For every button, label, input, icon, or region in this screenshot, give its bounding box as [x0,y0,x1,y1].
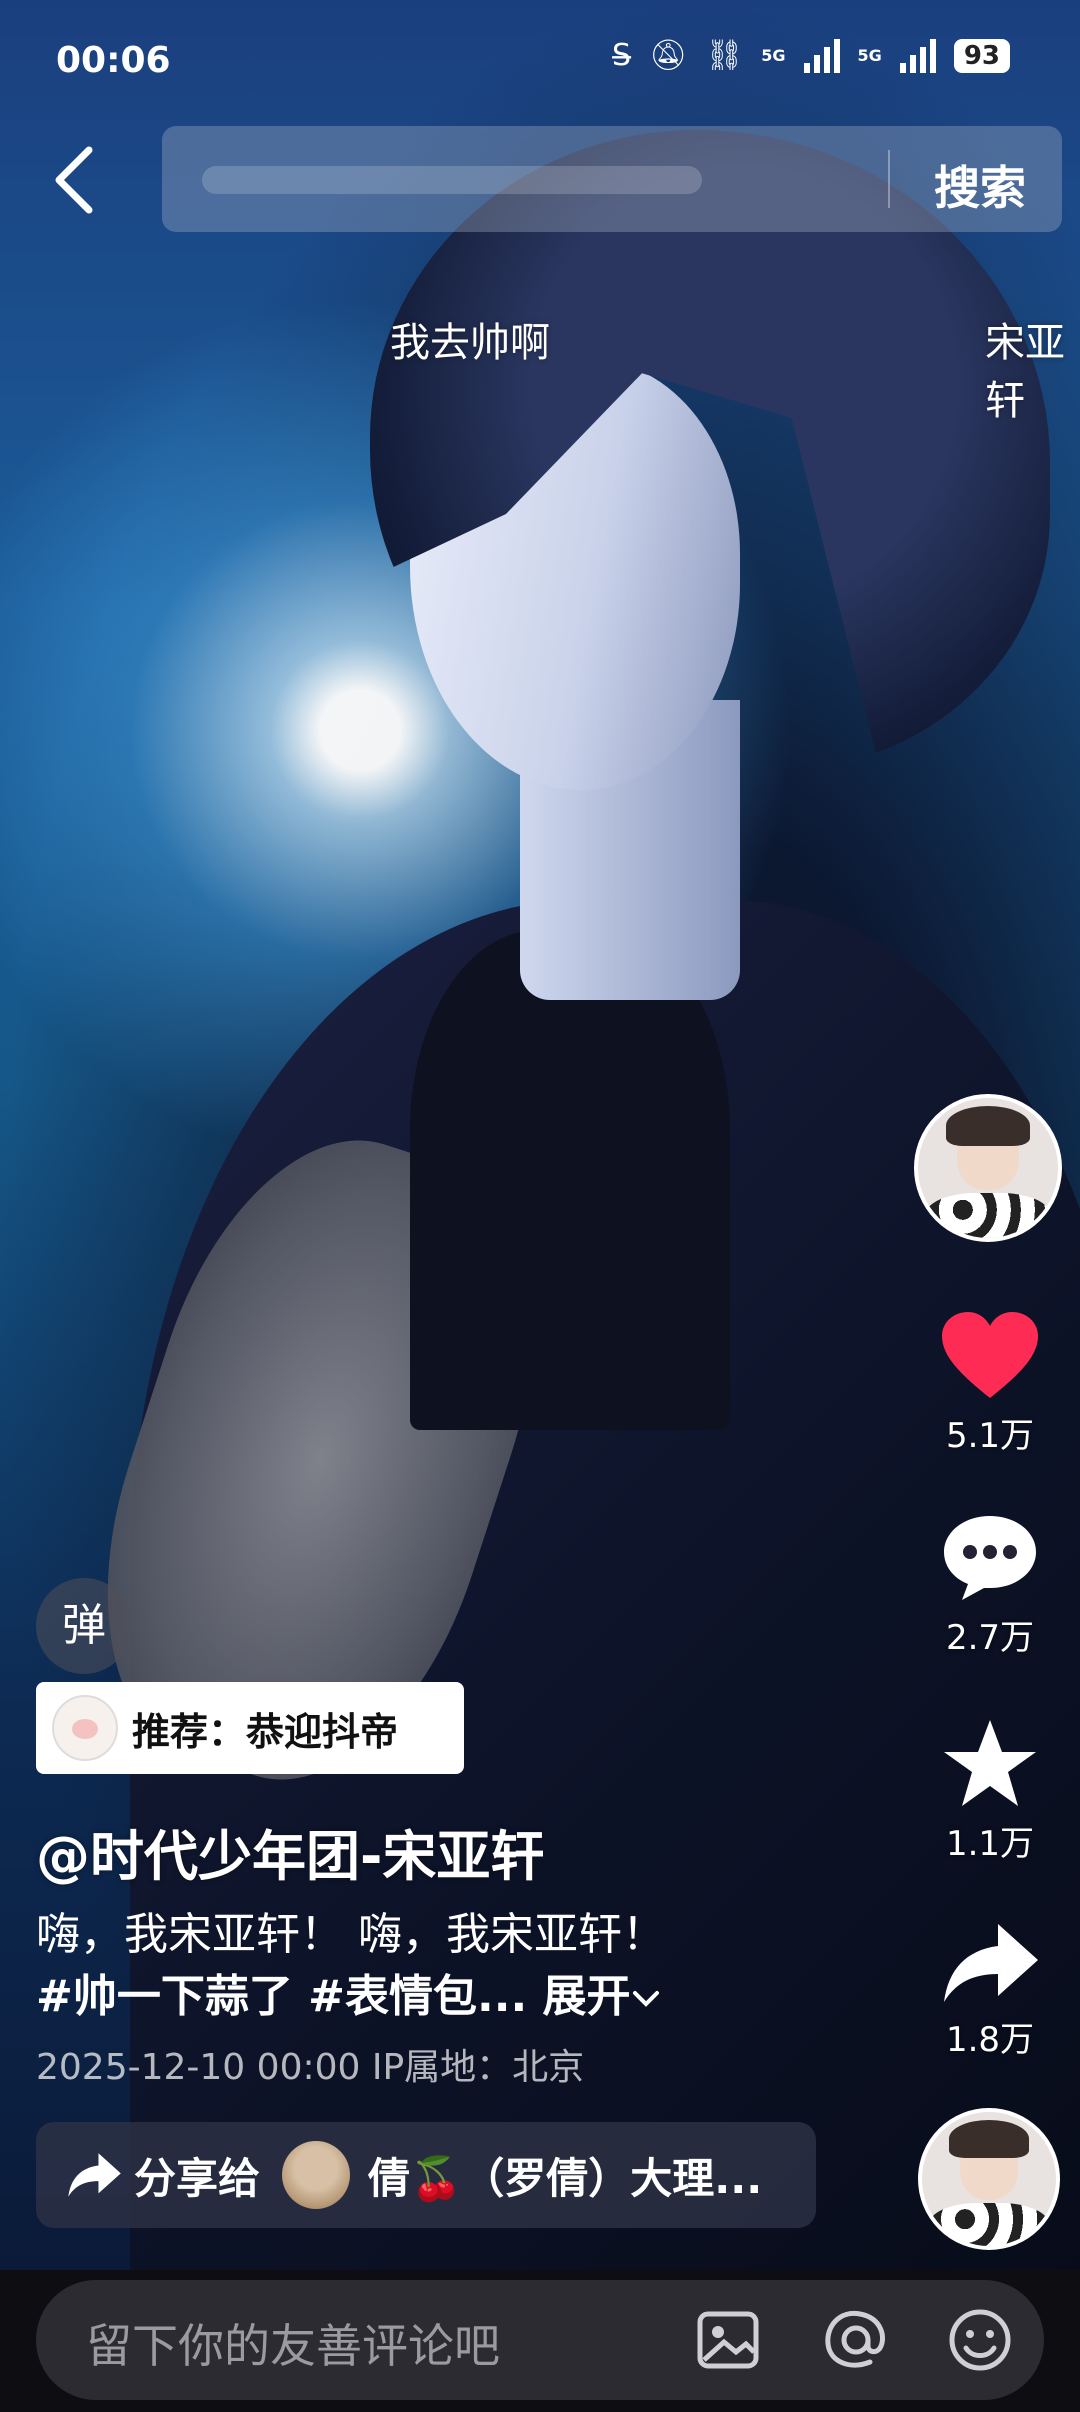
status-icons: S̶ 🔕︎ ⛓︎ 5G 5G 93 [612,38,1010,73]
network-label-1: 5G [761,46,786,65]
author-avatar[interactable] [914,1094,1062,1242]
hot-word-2[interactable]: 宋亚轩 [985,310,1080,426]
link-icon: ⛓︎ [705,38,744,73]
at-mention-icon[interactable] [820,2304,892,2376]
expand-label: 展开 [542,1971,631,2022]
favorite-button[interactable]: 1.1万 [910,1718,1070,1865]
hot-word-1[interactable]: 我去帅啊 [390,310,550,368]
recommend-text: 推荐：恭迎抖帝 [132,1709,399,1754]
recommend-chip[interactable]: 推荐：恭迎抖帝 [36,1682,464,1774]
search-divider [888,150,890,208]
bell-muted-icon: 🔕︎ [649,38,688,73]
favorite-count: 1.1万 [945,1824,1035,1864]
post-hashtags-line: #帅一下蒜了 #表情包... 展开 [36,1960,661,2024]
friend-name: 倩🍒（罗倩）大理... [368,2153,763,2203]
heart-icon [942,1312,1038,1398]
signal-icon [899,38,936,73]
data-saver-icon: S̶ [612,38,632,73]
star-icon [944,1720,1036,1806]
avatar-hair [948,2120,1030,2158]
share-to-label: 分享给 [134,2153,261,2203]
avatar-shirt [925,1193,1051,1238]
video-figure-shirt [410,930,730,1430]
share-count: 1.8万 [945,2020,1035,2060]
expand-button[interactable]: 展开 [543,1971,661,2022]
avatar-shirt [928,2203,1050,2246]
danmu-toggle-button[interactable]: 弹 [36,1578,132,1674]
chevron-down-icon [632,1991,659,2007]
author-name[interactable]: @时代少年团-宋亚轩 [36,1812,544,1891]
share-arrow-icon [68,2153,121,2197]
friend-avatar [282,2141,351,2209]
back-button[interactable] [40,140,110,220]
video-screen[interactable]: 00:06 S̶ 🔕︎ ⛓︎ 5G 5G 93 搜索 我去帅啊 宋亚轩 5.1万 [0,0,1080,2412]
chevron-left-icon [55,146,93,214]
like-button[interactable]: 5.1万 [910,1310,1070,1457]
comment-input[interactable]: 留下你的友善评论吧 [36,2280,1044,2400]
avatar-hair [946,1106,1030,1146]
comment-button[interactable]: 2.7万 [910,1512,1070,1659]
post-description: 嗨，我宋亚轩！ 嗨，我宋亚轩！ [36,1909,666,1960]
share-button[interactable]: 1.8万 [910,1920,1070,2061]
post-hashtags[interactable]: #帅一下蒜了 #表情包... [36,1971,527,2022]
signal-icon [803,38,840,73]
search-button[interactable]: 搜索 [934,152,1026,218]
comment-bubble-icon [944,1516,1036,1600]
search-input[interactable]: 搜索 [162,126,1062,232]
status-bar: 00:06 S̶ 🔕︎ ⛓︎ 5G 5G 93 [0,0,1080,120]
comment-count: 2.7万 [945,1618,1035,1658]
battery-level: 93 [953,38,1010,73]
search-query-blurred [202,166,702,194]
post-meta: 2025-12-10 00:00 IP属地：北京 [36,2047,585,2088]
music-avatar[interactable] [918,2108,1060,2250]
share-arrow-icon [944,1924,1038,2002]
status-time: 00:06 [56,40,171,81]
network-label-2: 5G [857,46,882,65]
like-count: 5.1万 [945,1416,1035,1456]
emoji-icon[interactable] [944,2304,1016,2376]
comment-placeholder: 留下你的友善评论吧 [86,2319,500,2373]
image-icon[interactable] [692,2304,764,2376]
sheep-icon [52,1695,118,1761]
share-to-friend-bar[interactable]: 分享给 倩🍒（罗倩）大理... [36,2122,816,2228]
